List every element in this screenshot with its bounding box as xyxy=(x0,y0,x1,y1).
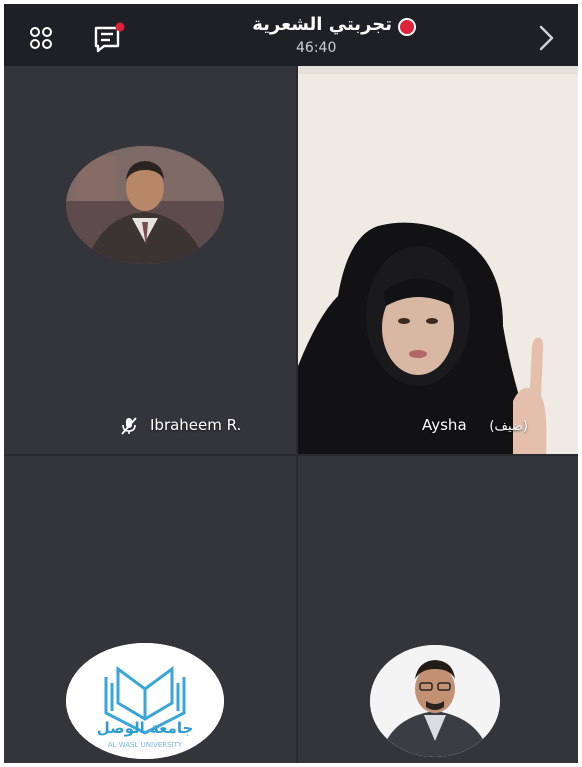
logo-subtext: AL WASL UNIVERSITY xyxy=(107,741,183,749)
meeting-timer: 46:40 xyxy=(296,40,337,56)
logo-text: جامعة الوصل xyxy=(96,719,194,737)
participants-icon[interactable] xyxy=(26,26,56,50)
tile-divider-vertical xyxy=(296,66,298,763)
chat-icon[interactable] xyxy=(92,22,128,54)
participant-tile-ibraheem[interactable]: Ibraheem R. xyxy=(4,66,296,454)
tile-divider-horizontal xyxy=(4,454,578,456)
top-bar: تجربتي الشعرية 46:40 xyxy=(4,4,578,66)
participant-tile-guest[interactable] xyxy=(298,456,578,763)
mic-muted-icon xyxy=(119,416,139,436)
avatar xyxy=(66,146,224,264)
avatar: جامعة الوصل AL WASL UNIVERSITY xyxy=(66,643,224,759)
recording-indicator xyxy=(398,18,416,36)
participant-name: Ibraheem R. xyxy=(150,416,242,434)
participant-tile-aysha[interactable]: Aysha (ضيف) xyxy=(298,66,578,454)
avatar xyxy=(370,645,500,757)
participant-name: Aysha (ضيف) xyxy=(422,416,528,434)
chevron-right-icon[interactable] xyxy=(534,22,558,54)
meeting-window: تجربتي الشعرية 46:40 Ibraheem R. Aysha (… xyxy=(4,4,578,763)
video-feed xyxy=(298,66,578,454)
meeting-title: تجربتي الشعرية xyxy=(252,14,392,35)
participant-tile-logo[interactable]: جامعة الوصل AL WASL UNIVERSITY xyxy=(4,456,296,763)
